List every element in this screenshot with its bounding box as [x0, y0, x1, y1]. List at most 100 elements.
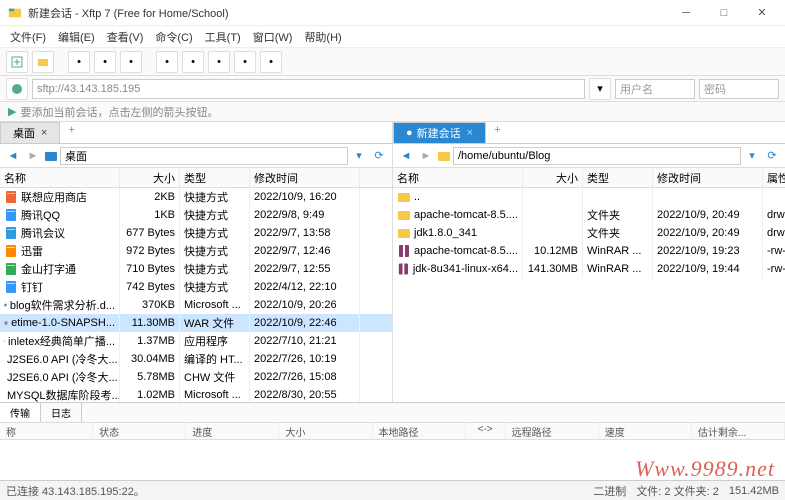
bookmark-icon[interactable]: ▶	[8, 105, 16, 118]
open-button[interactable]	[32, 51, 54, 73]
file-size	[523, 206, 583, 224]
tab-log[interactable]: 日志	[41, 403, 82, 422]
file-row[interactable]: 迅雷972 Bytes快捷方式2022/9/7, 12:46	[0, 242, 392, 260]
file-type: WinRAR ...	[583, 242, 653, 260]
file-name: etime-1.0-SNAPSH...	[11, 317, 115, 329]
col-type[interactable]: 类型	[180, 168, 250, 187]
forward-icon[interactable]: ►	[417, 147, 435, 165]
th-local[interactable]: 本地路径	[373, 423, 466, 439]
file-size	[523, 224, 583, 242]
close-icon[interactable]: ×	[467, 127, 473, 139]
toolbar-btn[interactable]: •	[182, 51, 204, 73]
close-icon[interactable]: ×	[41, 127, 47, 139]
col-name[interactable]: 名称	[0, 168, 120, 187]
dropdown-icon[interactable]: ▾	[589, 78, 611, 100]
toolbar-btn[interactable]: •	[260, 51, 282, 73]
local-tab[interactable]: 桌面×	[0, 122, 60, 143]
menu-help[interactable]: 帮助(H)	[300, 27, 345, 47]
file-attr: drwx	[763, 224, 785, 242]
file-row[interactable]: 腾讯会议677 Bytes快捷方式2022/9/7, 13:58	[0, 224, 392, 242]
close-button[interactable]: ✕	[747, 3, 777, 23]
file-type: 快捷方式	[180, 224, 250, 242]
file-row[interactable]: 金山打字通710 Bytes快捷方式2022/9/7, 12:55	[0, 260, 392, 278]
file-row[interactable]: blog软件需求分析.d...370KBMicrosoft ...2022/10…	[0, 296, 392, 314]
col-type[interactable]: 类型	[583, 168, 653, 187]
file-row[interactable]: ..	[393, 188, 785, 206]
th-arrow[interactable]: <->	[466, 423, 506, 439]
address-bar: sftp://43.143.185.195 ▾ 用户名 密码	[0, 76, 785, 102]
remote-tab[interactable]: ●新建会话×	[393, 122, 486, 143]
th-size[interactable]: 大小	[279, 423, 372, 439]
refresh-icon[interactable]: ⟳	[370, 147, 388, 165]
col-name[interactable]: 名称	[393, 168, 523, 187]
protocol-icon[interactable]	[6, 78, 28, 100]
toolbar-btn[interactable]: •	[68, 51, 90, 73]
hint-text: 要添加当前会话，点击左侧的箭头按钮。	[20, 104, 218, 120]
menu-tool[interactable]: 工具(T)	[201, 27, 245, 47]
menu-edit[interactable]: 编辑(E)	[54, 27, 99, 47]
col-modified[interactable]: 修改时间	[653, 168, 763, 187]
status-bytes: 151.42MB	[729, 485, 779, 497]
minimize-button[interactable]: ─	[671, 3, 701, 23]
file-row[interactable]: 腾讯QQ1KB快捷方式2022/9/8, 9:49	[0, 206, 392, 224]
dropdown-icon[interactable]: ▾	[743, 147, 761, 165]
file-modified: 2022/10/9, 19:44	[653, 260, 763, 278]
maximize-button[interactable]: □	[709, 3, 739, 23]
toolbar-btn[interactable]: •	[94, 51, 116, 73]
file-row[interactable]: inletex经典简单广播...1.37MB应用程序2022/7/10, 21:…	[0, 332, 392, 350]
file-size: 1KB	[120, 206, 180, 224]
remote-path[interactable]: /home/ubuntu/Blog	[453, 147, 741, 165]
file-row[interactable]: apache-tomcat-8.5....10.12MBWinRAR ...20…	[393, 242, 785, 260]
new-tab-button[interactable]: +	[488, 122, 506, 143]
file-row[interactable]: jdk-8u341-linux-x64...141.30MBWinRAR ...…	[393, 260, 785, 278]
file-type: Microsoft ...	[180, 386, 250, 402]
menu-cmd[interactable]: 命令(C)	[151, 27, 196, 47]
file-name: 腾讯会议	[21, 225, 65, 241]
file-attr: -rw-r	[763, 242, 785, 260]
file-size: 11.30MB	[120, 314, 180, 332]
remote-tabs: ●新建会话× +	[393, 122, 785, 144]
new-tab-button[interactable]: +	[62, 122, 80, 143]
toolbar-btn[interactable]: •	[156, 51, 178, 73]
th-name[interactable]: 称	[0, 423, 93, 439]
file-row[interactable]: jdk1.8.0_341文件夹2022/10/9, 20:49drwx	[393, 224, 785, 242]
file-modified: 2022/7/26, 10:19	[250, 350, 360, 368]
toolbar-btn[interactable]: •	[208, 51, 230, 73]
toolbar-btn[interactable]: •	[234, 51, 256, 73]
toolbar-btn[interactable]: •	[120, 51, 142, 73]
forward-icon[interactable]: ►	[24, 147, 42, 165]
th-progress[interactable]: 进度	[186, 423, 279, 439]
col-attr[interactable]: 属性	[763, 168, 785, 187]
menu-window[interactable]: 窗口(W)	[249, 27, 297, 47]
th-speed[interactable]: 速度	[599, 423, 692, 439]
file-row[interactable]: J2SE6.0 API (冷冬大...5.78MBCHW 文件2022/7/26…	[0, 368, 392, 386]
th-eta[interactable]: 估计剩余...	[692, 423, 785, 439]
refresh-icon[interactable]: ⟳	[763, 147, 781, 165]
local-path[interactable]: 桌面	[60, 147, 348, 165]
menu-file[interactable]: 文件(F)	[6, 27, 50, 47]
file-size: 2KB	[120, 188, 180, 206]
file-row[interactable]: 联想应用商店2KB快捷方式2022/10/9, 16:20	[0, 188, 392, 206]
file-row[interactable]: J2SE6.0 API (冷冬大...30.04MB编译的 HT...2022/…	[0, 350, 392, 368]
tab-transfer[interactable]: 传输	[0, 403, 41, 422]
file-type: 快捷方式	[180, 242, 250, 260]
file-row[interactable]: 钉钉742 Bytes快捷方式2022/4/12, 22:10	[0, 278, 392, 296]
address-input[interactable]: sftp://43.143.185.195	[32, 79, 585, 99]
col-modified[interactable]: 修改时间	[250, 168, 360, 187]
dropdown-icon[interactable]: ▾	[350, 147, 368, 165]
file-name: J2SE6.0 API (冷冬大...	[7, 369, 118, 385]
back-icon[interactable]: ◄	[4, 147, 22, 165]
col-size[interactable]: 大小	[523, 168, 583, 187]
file-row[interactable]: MYSQL数据库阶段考...1.02MBMicrosoft ...2022/8/…	[0, 386, 392, 402]
new-session-button[interactable]	[6, 51, 28, 73]
file-row[interactable]: etime-1.0-SNAPSH...11.30MBWAR 文件2022/10/…	[0, 314, 392, 332]
back-icon[interactable]: ◄	[397, 147, 415, 165]
th-remote[interactable]: 远程路径	[506, 423, 599, 439]
file-row[interactable]: apache-tomcat-8.5....文件夹2022/10/9, 20:49…	[393, 206, 785, 224]
password-input[interactable]: 密码	[699, 79, 779, 99]
menu-view[interactable]: 查看(V)	[103, 27, 148, 47]
file-size	[523, 188, 583, 206]
col-size[interactable]: 大小	[120, 168, 180, 187]
th-status[interactable]: 状态	[93, 423, 186, 439]
username-input[interactable]: 用户名	[615, 79, 695, 99]
